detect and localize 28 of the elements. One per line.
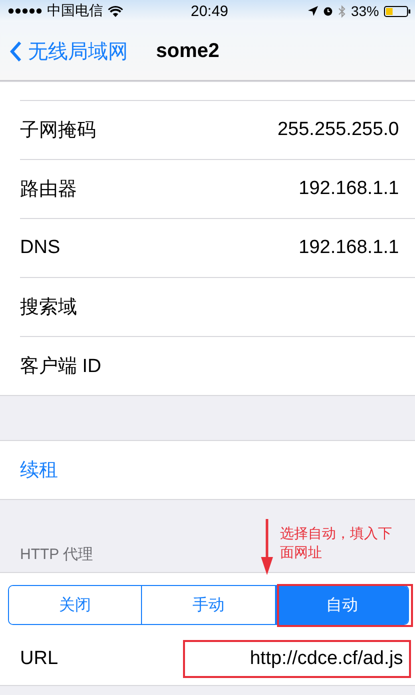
setting-label: 路由器 — [20, 178, 77, 202]
segment-button[interactable]: 自动 — [276, 586, 408, 624]
wifi-icon — [108, 6, 123, 16]
annotation-arrow — [261, 519, 273, 575]
setting-label: DNS — [20, 237, 60, 259]
back-button[interactable]: 无线局域网 — [0, 38, 128, 64]
setting-value: 192.168.1.1 — [298, 178, 399, 200]
screen-title: some2 — [156, 40, 220, 62]
setting-label: 子网掩码 — [20, 119, 96, 143]
bluetooth-icon — [338, 4, 346, 18]
chevron-icon — [10, 40, 22, 62]
clock-time: 20:49 — [190, 2, 228, 20]
battery-percent: 33% — [350, 3, 380, 19]
location-arrow-icon — [308, 6, 318, 16]
section-header: HTTP 代理 — [20, 545, 94, 564]
annotation-text: 选择自动，填入下面网址 — [280, 524, 393, 562]
renew-link[interactable]: 续租 — [20, 457, 58, 483]
setting-label: URL — [20, 648, 58, 670]
setting-label: 客户端 ID — [20, 355, 102, 379]
setting-value: 255.255.255.0 — [277, 119, 399, 141]
segment-button[interactable]: 关闭 — [9, 586, 142, 624]
signal-icon — [8, 8, 42, 14]
setting-label: 搜索域 — [20, 296, 77, 320]
url-field[interactable]: http://cdce.cf/ad.js — [183, 640, 411, 678]
setting-value: 192.168.1.1 — [298, 237, 399, 259]
battery-icon — [384, 6, 412, 16]
alarm-clock-icon — [322, 6, 333, 16]
carrier-name: 中国电信 — [47, 2, 103, 20]
